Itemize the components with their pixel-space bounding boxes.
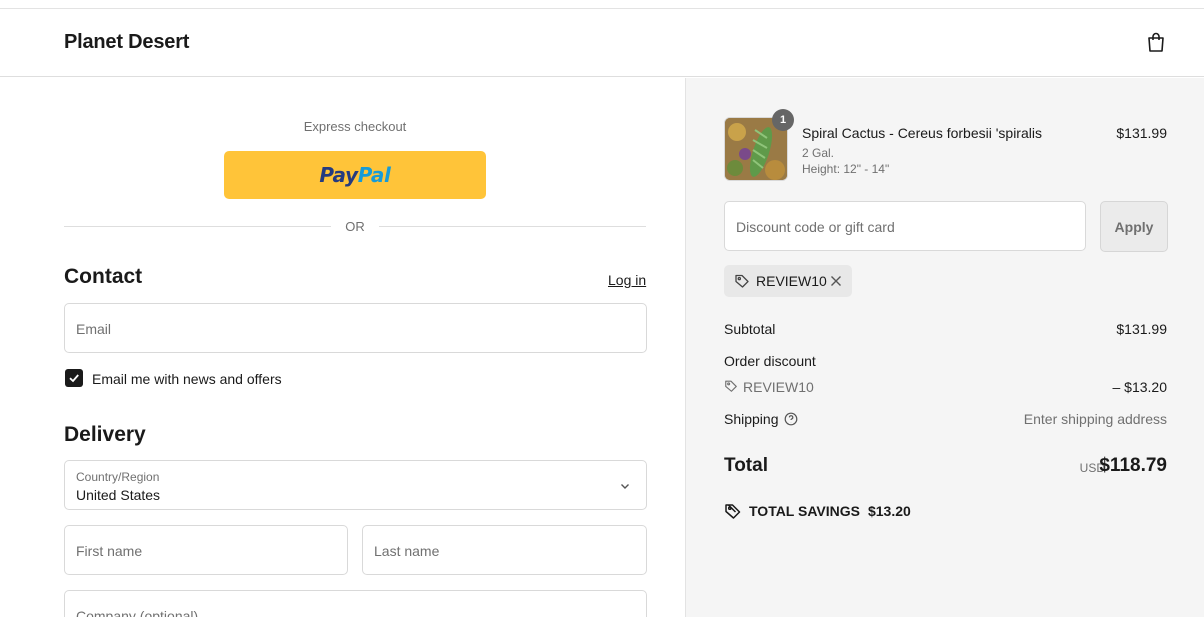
last-name-field[interactable]: Last name: [362, 525, 647, 575]
first-name-placeholder: First name: [76, 543, 143, 559]
email-field[interactable]: Email: [64, 303, 647, 353]
divider-line: [379, 226, 646, 227]
applied-code-text: REVIEW10: [756, 273, 827, 289]
shopping-bag-icon[interactable]: [1144, 30, 1168, 54]
newsletter-label: Email me with news and offers: [92, 371, 282, 387]
country-select[interactable]: Country/Region United States: [64, 460, 647, 510]
discount-code-label: REVIEW10: [743, 379, 814, 395]
quantity-badge: 1: [772, 109, 794, 131]
discount-value: – $13.20: [1112, 379, 1168, 395]
apply-discount-button[interactable]: Apply: [1100, 201, 1168, 252]
order-summary-panel: 1 Spiral Cactus - Cereus forbesii 'spira…: [685, 78, 1204, 617]
product-price: $131.99: [1116, 125, 1167, 141]
last-name-placeholder: Last name: [374, 543, 440, 559]
checkout-form-panel: Express checkout PayPal OR Contact Log i…: [0, 78, 685, 617]
product-variant-height: Height: 12" - 14": [802, 162, 890, 176]
company-placeholder: Company (optional): [76, 608, 199, 617]
discount-code-input[interactable]: Discount code or gift card: [724, 201, 1086, 251]
first-name-field[interactable]: First name: [64, 525, 348, 575]
log-in-link[interactable]: Log in: [608, 272, 646, 288]
savings-label: TOTAL SAVINGS: [749, 503, 860, 519]
info-icon[interactable]: [784, 412, 798, 426]
applied-discount-chip: REVIEW10: [724, 265, 852, 297]
product-name: Spiral Cactus - Cereus forbesii 'spirali…: [802, 125, 1042, 141]
chevron-down-icon: [621, 484, 629, 489]
product-variant-size: 2 Gal.: [802, 146, 835, 160]
contact-heading: Contact: [64, 265, 143, 288]
shipping-label: Shipping: [724, 411, 779, 427]
or-divider: OR: [64, 218, 646, 236]
express-checkout-label: Express checkout: [303, 119, 407, 134]
country-value: United States: [76, 487, 161, 503]
shipping-value: Enter shipping address: [1023, 411, 1167, 427]
company-field[interactable]: Company (optional): [64, 590, 647, 617]
email-placeholder: Email: [76, 321, 112, 337]
tag-icon: [735, 274, 749, 288]
site-header: Planet Desert: [0, 9, 1204, 77]
delivery-heading: Delivery: [64, 423, 146, 446]
total-savings: TOTAL SAVINGS $13.20: [724, 502, 911, 520]
order-discount-label: Order discount: [724, 353, 816, 369]
total-label: Total: [724, 455, 768, 476]
savings-tag-icon: [725, 504, 741, 519]
discount-placeholder: Discount code or gift card: [736, 219, 895, 235]
store-logo-text[interactable]: Planet Desert: [64, 31, 189, 54]
country-label: Country/Region: [76, 470, 160, 484]
savings-value: $13.20: [867, 503, 911, 519]
tag-icon: [725, 380, 737, 392]
newsletter-checkbox[interactable]: [65, 369, 83, 387]
remove-discount-icon[interactable]: [828, 273, 844, 289]
subtotal-value: $131.99: [1116, 321, 1167, 337]
paypal-button[interactable]: PayPal: [224, 151, 486, 199]
checkmark-icon: [69, 374, 79, 383]
total-value: $118.79: [1099, 455, 1167, 476]
subtotal-label: Subtotal: [724, 321, 776, 337]
paypal-logo: PayPal: [319, 163, 391, 187]
